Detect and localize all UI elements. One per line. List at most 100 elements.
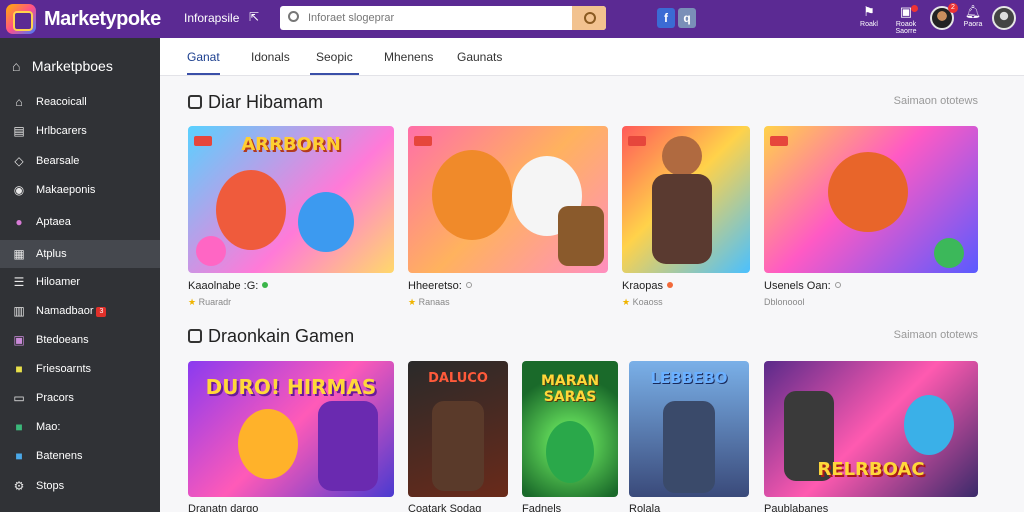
sidebar-item-label: Mao: [36, 421, 61, 433]
social-share-icon[interactable]: q [678, 8, 696, 28]
game-card[interactable]: ARRBORN [188, 126, 394, 273]
game-art-title: DURO! HIRMAS [205, 375, 377, 399]
search-icon [288, 11, 299, 22]
sidebar-item-3[interactable]: ◇ Bearsale [0, 147, 160, 175]
sidebar-item-9[interactable]: ▣ Btedoeans [0, 326, 160, 354]
sidebar-item-label: Aptaea [36, 216, 71, 228]
sidebar-item-14[interactable]: ⚙ Stops [0, 472, 160, 500]
section-title-text: Draonkain Gamen [208, 326, 355, 346]
status-dot-icon [834, 282, 841, 288]
notification-dot [911, 5, 918, 12]
game-card[interactable] [408, 126, 608, 273]
game-name[interactable]: Rolala [629, 503, 660, 512]
star-icon: ★ [188, 297, 197, 307]
game-card[interactable] [622, 126, 750, 273]
game-rating-text: Koaoss [632, 297, 663, 307]
sidebar-item-badge: 3 [96, 307, 107, 317]
tab-bar: Ganat Idonals Seopic Mhenens Gaunats [160, 38, 1024, 76]
sidebar-item-12[interactable]: ■ Mao: [0, 413, 160, 441]
decor-art [934, 238, 964, 268]
list-icon: ☰ [13, 275, 25, 289]
game-card[interactable]: DALUCO [408, 361, 508, 497]
game-name[interactable]: Paublabanes [764, 503, 828, 512]
game-name-text: Fadnels [522, 503, 562, 512]
character-art [652, 174, 712, 264]
app-logo-text[interactable]: Marketypoke [44, 8, 161, 31]
tab-3[interactable]: Seopic [310, 50, 359, 75]
book-icon: ▭ [13, 391, 25, 405]
game-rating: ★ Koaoss [622, 297, 663, 308]
tab-5[interactable]: Gaunats [457, 50, 502, 73]
top-action-label: Roakl [860, 21, 878, 28]
game-name[interactable]: Hheeretso: [408, 280, 472, 292]
game-card[interactable]: DURO! HIRMAS [188, 361, 394, 497]
character-art [546, 421, 594, 483]
game-name[interactable]: Kraopas [622, 280, 673, 292]
user-icon: ◉ [13, 183, 25, 197]
character-art [298, 192, 354, 252]
decor-art [196, 236, 226, 266]
game-art-title: LEBBEBO [650, 369, 728, 387]
sidebar-item-7[interactable]: ☰ Hiloamer [0, 268, 160, 296]
sidebar-item-label: Btedoeans [36, 334, 89, 346]
game-rating: Dblonoool [764, 297, 805, 307]
card-corner-badge [414, 136, 432, 146]
game-name[interactable]: Coatark Sodag [408, 503, 481, 512]
sidebar-item-label: Atplus [36, 248, 67, 260]
sidebar-item-8[interactable]: ▥ Namadbaor 3 [0, 297, 160, 325]
search-input[interactable] [308, 9, 598, 27]
external-link-icon[interactable]: ⇱ [249, 10, 259, 24]
sidebar-item-6[interactable]: ▦ Atplus [0, 240, 160, 268]
section-checkbox-icon [188, 95, 202, 109]
status-dot-icon [465, 282, 472, 288]
profile-avatar[interactable] [992, 6, 1016, 30]
facebook-icon[interactable]: f [657, 8, 675, 28]
game-name[interactable]: Fadnels [522, 503, 561, 512]
top-nav-link[interactable]: Inforapsile [184, 11, 239, 25]
see-all-link[interactable]: Saimaon ototews [894, 95, 978, 107]
game-name[interactable]: Usenels Oan: [764, 280, 841, 292]
tab-2[interactable]: Idonals [251, 50, 290, 73]
top-action-flag[interactable]: ⚑ Roakl [849, 4, 889, 29]
circle-icon: ● [15, 215, 23, 229]
top-action-label: Paora [963, 21, 983, 28]
sidebar-item-label: Batenens [36, 450, 83, 462]
search-button[interactable] [572, 6, 606, 30]
game-name[interactable]: Kaaolnabe :G: [188, 280, 269, 292]
bell-icon: 🔔︎ [964, 4, 982, 19]
sidebar-item-5[interactable]: ● Aptaea [0, 208, 160, 236]
game-rating-text: Dblonoool [764, 297, 805, 307]
game-card[interactable] [764, 126, 978, 273]
top-action-bell[interactable]: 🔔︎ Paora [953, 4, 993, 29]
app-logo-icon[interactable] [6, 4, 36, 34]
sidebar-item-label: Friesoarnts [36, 363, 92, 375]
sidebar-item-11[interactable]: ▭ Pracors [0, 384, 160, 412]
sidebar-item-4[interactable]: ◉ Makaeponis [0, 176, 160, 204]
see-all-link[interactable]: Saimaon ototews [894, 329, 978, 341]
game-card[interactable]: LEBBEBO [629, 361, 749, 497]
sidebar-item-13[interactable]: ■ Batenens [0, 442, 160, 470]
tag-icon: ◇ [14, 154, 24, 168]
sidebar-heading[interactable]: ⌂ Marketpboes [12, 58, 113, 74]
game-art-title: RELRBOAC [817, 459, 925, 480]
tab-4[interactable]: Mhenens [384, 50, 433, 73]
game-card[interactable]: RELRBOAC [764, 361, 978, 497]
gift-icon: ▣ [899, 4, 913, 19]
main-content: Ganat Idonals Seopic Mhenens Gaunats Dia… [160, 38, 1024, 512]
game-card[interactable]: MARAN SARAS [522, 361, 618, 497]
game-rating: ★ Ranaas [408, 297, 450, 308]
game-rating: ★ Ruaradr [188, 297, 231, 308]
top-action-gift[interactable]: ▣ Roaok Saorre [886, 5, 926, 35]
sidebar-item-label: Hiloamer [36, 276, 81, 288]
folder-icon: ■ [15, 362, 23, 376]
sidebar-item-1[interactable]: ⌂ Reacoicall [0, 88, 160, 116]
game-name[interactable]: Dranatn dargo [188, 503, 258, 512]
tab-1[interactable]: Ganat [187, 50, 220, 75]
sidebar-item-2[interactable]: ▤ Hrlbcarers [0, 117, 160, 145]
chart-icon: ▥ [13, 304, 25, 318]
character-art [238, 409, 298, 479]
flag-icon: ⚑ [863, 4, 875, 19]
character-art [662, 136, 702, 176]
game-name-text: Kraopas [622, 280, 663, 292]
sidebar-item-10[interactable]: ■ Friesoarnts [0, 355, 160, 383]
